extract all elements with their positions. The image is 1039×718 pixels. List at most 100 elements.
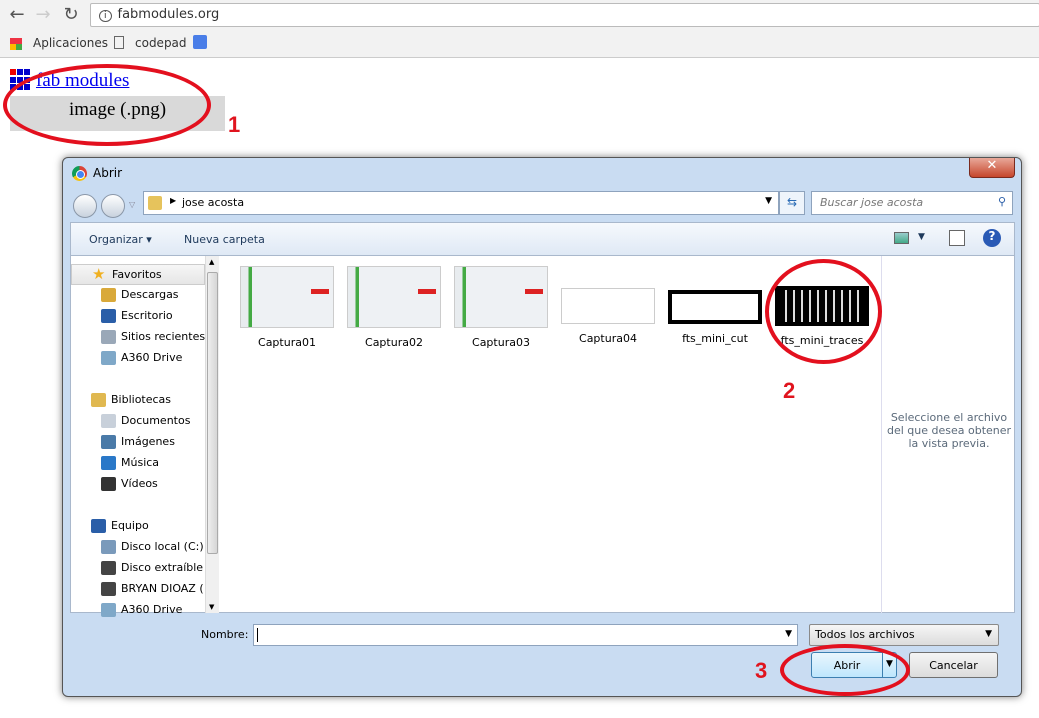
- sidebar-item[interactable]: Disco local (C:): [71, 537, 205, 558]
- sidebar-item-label: Vídeos: [121, 477, 158, 490]
- annotation-ellipse-3: [780, 644, 910, 696]
- refresh-button[interactable]: ⇆: [779, 191, 805, 215]
- filename-input[interactable]: ▼: [253, 624, 798, 646]
- address-bar[interactable]: i fabmodules.org: [90, 3, 1039, 27]
- file-name: Captura01: [258, 336, 316, 349]
- scroll-up-icon[interactable]: ▲: [209, 258, 214, 266]
- dialog-title: Abrir: [93, 166, 123, 180]
- filename-dropdown-icon[interactable]: ▼: [785, 629, 792, 639]
- file-type-select[interactable]: Todos los archivos ▼: [809, 624, 999, 646]
- sidebar-item-label: Sitios recientes: [121, 330, 205, 343]
- file-thumbnail: [668, 290, 762, 324]
- file-thumbnail: [561, 288, 655, 324]
- navigation-scrollbar[interactable]: ▲ ▼: [205, 256, 219, 613]
- breadcrumb-item[interactable]: jose acosta: [182, 196, 244, 209]
- info-icon: i: [99, 10, 112, 22]
- file-item[interactable]: Captura01: [235, 266, 339, 349]
- forward-button[interactable]: [101, 194, 125, 218]
- address-breadcrumb[interactable]: ▶ jose acosta ▼: [143, 191, 779, 215]
- cancel-button[interactable]: Cancelar: [909, 652, 998, 678]
- dropdown-icon[interactable]: ▼: [765, 196, 772, 206]
- navigation-pane: ★ Favoritos Descargas Escritorio Sitios reci…: [71, 256, 219, 617]
- dialog-toolbar: Organizar ▾ Nueva carpeta ▼ ?: [70, 222, 1015, 256]
- annotation-1: 1: [228, 112, 241, 137]
- desktop-icon: [101, 309, 116, 323]
- sidebar-item[interactable]: A360 Drive: [71, 600, 205, 621]
- organize-menu[interactable]: Organizar ▾: [89, 233, 152, 246]
- file-name: Captura02: [365, 336, 423, 349]
- sidebar-item[interactable]: Vídeos: [71, 474, 205, 495]
- annotation-3: 3: [755, 658, 768, 683]
- file-name: fts_mini_cut: [682, 332, 748, 345]
- sidebar-item[interactable]: A360 Drive: [71, 348, 205, 369]
- file-thumbnail: [240, 266, 334, 328]
- file-thumbnail: [454, 266, 548, 328]
- scroll-down-icon[interactable]: ▼: [209, 603, 214, 611]
- sidebar-item-label: BRYAN DIOAZ (: [121, 582, 204, 595]
- filter-dropdown-icon: ▼: [985, 629, 992, 639]
- star-icon: ★: [92, 265, 106, 283]
- sidebar-item[interactable]: Sitios recientes: [71, 327, 205, 348]
- bookmark-codepad[interactable]: codepad: [135, 36, 187, 50]
- text-cursor: [257, 628, 258, 642]
- documents-icon: [101, 414, 116, 428]
- browser-toolbar: ← → ↻ i fabmodules.org: [0, 0, 1039, 30]
- apps-icon: [10, 38, 22, 50]
- sidebar-item-label: Imágenes: [121, 435, 175, 448]
- reload-icon[interactable]: ↻: [60, 4, 82, 25]
- libraries-icon: [91, 393, 106, 407]
- file-name: Captura04: [579, 332, 637, 345]
- sidebar-item[interactable]: Escritorio: [71, 306, 205, 327]
- computer-icon: [91, 519, 106, 533]
- sidebar-item[interactable]: Imágenes: [71, 432, 205, 453]
- sidebar-item[interactable]: ★ Favoritos: [71, 264, 205, 285]
- music-icon: [101, 456, 116, 470]
- translate-icon[interactable]: [193, 35, 207, 49]
- file-item[interactable]: Captura04: [556, 266, 660, 345]
- file-item[interactable]: Captura03: [449, 266, 553, 349]
- sidebar-item[interactable]: BRYAN DIOAZ (: [71, 579, 205, 600]
- sidebar-item-label: Equipo: [111, 519, 149, 532]
- sidebar-item-label: Música: [121, 456, 160, 469]
- open-file-dialog: Abrir ✕ ▽ ▶ jose acosta ▼ ⇆ Buscar jose …: [62, 157, 1022, 697]
- pictures-icon: [101, 435, 116, 449]
- preview-pane-icon[interactable]: [949, 230, 965, 246]
- removable-disk-icon: [101, 561, 116, 575]
- annotation-ellipse-2: [765, 259, 882, 364]
- sidebar-item-label: Favoritos: [112, 268, 162, 281]
- sidebar-item-label: A360 Drive: [121, 603, 183, 616]
- view-dropdown-icon[interactable]: ▼: [918, 232, 925, 242]
- removable-disk-icon: [101, 582, 116, 596]
- sidebar-item[interactable]: Música: [71, 453, 205, 474]
- sidebar-item[interactable]: Descargas: [71, 285, 205, 306]
- bookmark-apps[interactable]: Aplicaciones: [33, 36, 108, 50]
- sidebar-item[interactable]: Equipo: [71, 516, 205, 537]
- cloud-drive-icon: [101, 603, 116, 617]
- help-icon[interactable]: ?: [983, 229, 1001, 247]
- chrome-icon: [72, 166, 87, 181]
- new-folder-button[interactable]: Nueva carpeta: [184, 233, 265, 246]
- downloads-icon: [101, 288, 116, 302]
- file-item[interactable]: fts_mini_cut: [663, 266, 767, 345]
- back-icon[interactable]: ←: [6, 4, 28, 25]
- sidebar-item-label: Documentos: [121, 414, 191, 427]
- search-input[interactable]: Buscar jose acosta ⚲: [811, 191, 1013, 215]
- page-icon: [114, 36, 124, 49]
- sidebar-item[interactable]: Disco extraíble (: [71, 558, 205, 579]
- file-thumbnail: [347, 266, 441, 328]
- forward-icon[interactable]: →: [32, 4, 54, 25]
- preview-pane: Seleccione el archivo del que desea obte…: [881, 256, 1016, 613]
- sidebar-item-label: Descargas: [121, 288, 179, 301]
- chevron-right-icon[interactable]: ▶: [170, 196, 176, 205]
- cloud-drive-icon: [101, 351, 116, 365]
- bookmarks-bar: Aplicaciones codepad: [0, 30, 1039, 58]
- search-icon[interactable]: ⚲: [998, 195, 1006, 208]
- file-item[interactable]: Captura02: [342, 266, 446, 349]
- scrollbar-thumb[interactable]: [207, 272, 218, 554]
- recent-locations-icon[interactable]: ▽: [129, 200, 135, 209]
- sidebar-item[interactable]: Bibliotecas: [71, 390, 205, 411]
- close-button[interactable]: ✕: [969, 158, 1015, 178]
- view-icon[interactable]: [894, 232, 909, 244]
- sidebar-item[interactable]: Documentos: [71, 411, 205, 432]
- back-button[interactable]: [73, 194, 97, 218]
